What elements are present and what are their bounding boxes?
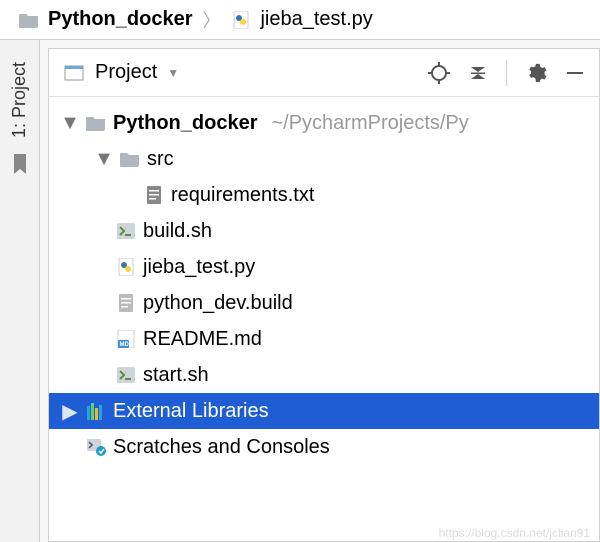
breadcrumb-separator: 〉 [202,7,220,33]
chevron-right-icon[interactable]: ▶ [61,435,79,460]
tree-file-jieba-test[interactable]: jieba_test.py [49,249,599,285]
panel-header: Project ▼ [49,49,599,97]
chevron-right-icon[interactable]: ▶ [61,399,79,424]
breadcrumb: Python_docker 〉 jieba_test.py [0,0,600,40]
libraries-icon [85,402,107,420]
bookmark-icon[interactable] [11,154,29,179]
tree-file-build-sh[interactable]: build.sh [49,213,599,249]
chevron-down-icon[interactable]: ▼ [95,148,113,171]
tree-file-label: jieba_test.py [143,256,255,279]
text-file-icon [143,186,165,204]
breadcrumb-file[interactable]: jieba_test.py [230,8,372,31]
tree-folder-label: src [147,148,174,171]
python-file-icon [230,11,252,29]
shell-file-icon [115,223,137,239]
scratches-icon [85,438,107,456]
toolbar-divider [506,60,507,86]
project-tree: ▼ Python_docker ~/PycharmProjects/Py ▼ s… [49,97,599,465]
text-file-icon [115,294,137,312]
project-view-icon [63,63,85,83]
breadcrumb-file-label: jieba_test.py [260,8,372,31]
gear-icon[interactable] [525,62,547,84]
tree-file-python-dev-build[interactable]: python_dev.build [49,285,599,321]
collapse-all-icon[interactable] [468,63,488,83]
tree-node-label: External Libraries [113,400,269,423]
tree-folder-src[interactable]: ▼ src [49,141,599,177]
tree-file-label: build.sh [143,220,212,243]
tree-file-start-sh[interactable]: start.sh [49,357,599,393]
panel-title[interactable]: Project [95,61,157,84]
tree-scratches[interactable]: ▶ Scratches and Consoles [49,429,599,465]
chevron-down-icon[interactable]: ▼ [61,112,79,135]
side-tab-project[interactable]: 1: Project [9,62,30,138]
tree-file-label: requirements.txt [171,184,314,207]
tree-file-label: python_dev.build [143,292,293,315]
folder-icon [18,12,40,28]
locate-icon[interactable] [428,62,450,84]
svg-text:MD: MD [120,342,130,348]
shell-file-icon [115,367,137,383]
dropdown-icon[interactable]: ▼ [167,66,179,80]
tree-root[interactable]: ▼ Python_docker ~/PycharmProjects/Py [49,105,599,141]
breadcrumb-project[interactable]: Python_docker [18,8,192,31]
markdown-file-icon: MD [115,330,137,348]
tree-file-label: start.sh [143,364,209,387]
folder-icon [85,115,107,131]
side-tab: 1: Project [0,40,40,542]
tree-external-libraries[interactable]: ▶ External Libraries [49,393,599,429]
tree-file-readme[interactable]: MD README.md [49,321,599,357]
watermark: https://blog.csdn.net/jclian91 [439,526,590,540]
minimize-icon[interactable] [565,63,585,83]
folder-icon [119,151,141,167]
breadcrumb-project-label: Python_docker [48,8,192,31]
tree-root-label: Python_docker [113,112,257,135]
tree-file-requirements[interactable]: requirements.txt [49,177,599,213]
tree-root-path: ~/PycharmProjects/Py [271,112,468,135]
tree-file-label: README.md [143,328,262,351]
python-file-icon [115,258,137,276]
project-panel: Project ▼ ▼ Python_docker [48,48,600,542]
tree-node-label: Scratches and Consoles [113,436,330,459]
